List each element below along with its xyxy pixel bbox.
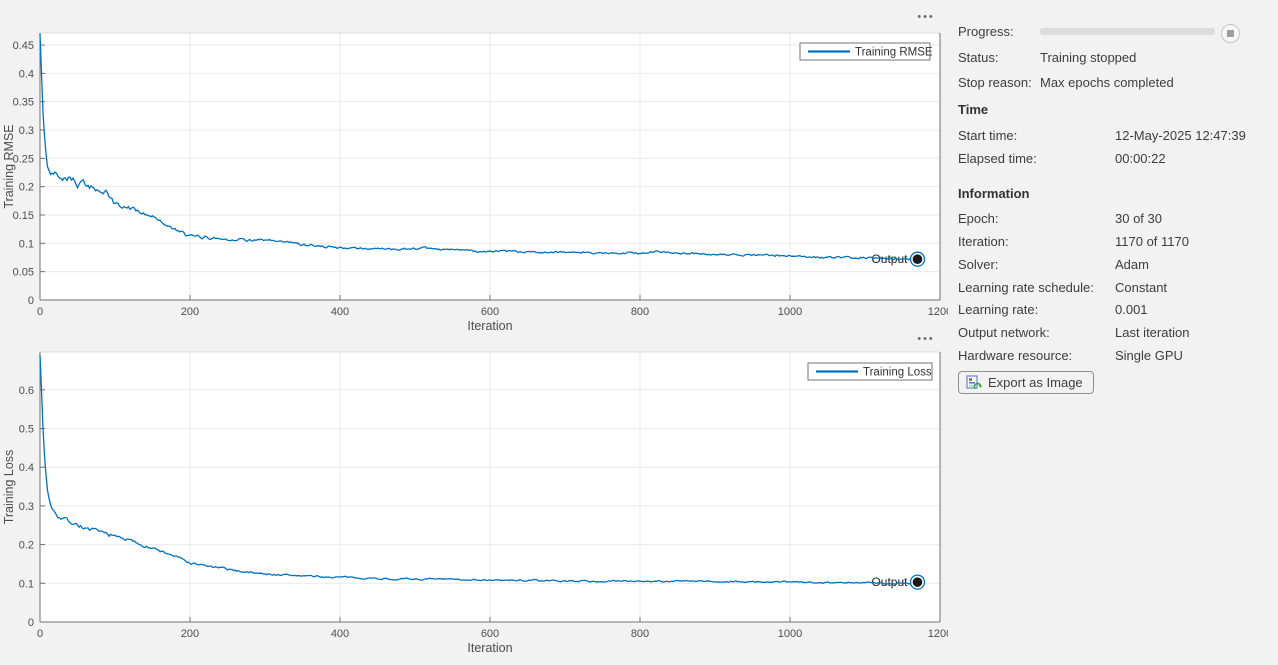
y-tick-label: 0.1 [19,238,34,250]
status-label: Status: [958,50,1040,65]
iteration-row: Iteration: 1170 of 1170 [958,233,1189,249]
hardware-resource-label: Hardware resource: [958,348,1115,363]
y-tick-label: 0.05 [13,267,34,279]
solver-label: Solver: [958,257,1115,272]
stop-icon [1227,30,1234,37]
y-tick-label: 0.3 [19,501,34,513]
solver-row: Solver: Adam [958,256,1149,272]
learning-rate-schedule-label: Learning rate schedule: [958,280,1115,295]
y-tick-label: 0 [28,295,34,307]
x-tick-label: 1000 [778,306,802,318]
epoch-row: Epoch: 30 of 30 [958,210,1162,226]
y-tick-label: 0.6 [19,385,34,397]
start-time-value: 12-May-2025 12:47:39 [1115,128,1246,143]
legend-label: Training RMSE [855,47,933,59]
x-tick-label: 200 [181,306,199,318]
x-tick-label: 200 [181,628,199,640]
learning-rate-schedule-row: Learning rate schedule: Constant [958,279,1167,295]
learning-rate-row: Learning rate: 0.001 [958,301,1148,317]
x-tick-label: 1200 [928,306,948,318]
stop-training-button[interactable] [1221,24,1240,43]
training-loss-chart[interactable]: 0 200 400 600 800 1000 1200 0 0.1 0.2 0.3 0.4 0.5 0.6… [0,335,948,665]
export-as-image-label: Export as Image [988,375,1083,390]
output-network-label: Output network: [958,325,1115,340]
y-tick-label: 0 [28,617,34,629]
training-progress-window: 02004006008001000120000.050.10.150.20.25… [0,0,1278,665]
x-tick-label: 400 [331,306,349,318]
x-tick-label: 600 [481,628,499,640]
learning-rate-schedule-value: Constant [1115,280,1167,295]
training-info-panel: Progress: Status: Training stopped Stop … [958,0,1278,665]
y-tick-label: 0.15 [13,210,34,222]
x-tick-label: 0 [37,628,43,640]
y-tick-label: 0.5 [19,424,34,436]
legend-label: Training Loss [863,367,932,379]
x-axis-label: Iteration [467,641,512,655]
stop-reason-value: Max epochs completed [1040,75,1174,90]
status-row: Status: Training stopped [958,49,1136,65]
y-axis-label: Training Loss [2,450,16,525]
start-time-label: Start time: [958,128,1115,143]
x-tick-label: 1000 [778,628,802,640]
progress-label: Progress: [958,24,1040,39]
progress-bar [1040,28,1215,35]
hardware-resource-value: Single GPU [1115,348,1183,363]
elapsed-time-value: 00:00:22 [1115,151,1166,166]
loss-chart-options-icon[interactable]: ••• [911,334,941,348]
output-network-row: Output network: Last iteration [958,324,1189,340]
epoch-value: 30 of 30 [1115,211,1162,226]
information-section-header: Information [958,186,1030,202]
y-axis-label: Training RMSE [2,124,16,208]
output-marker [913,577,923,587]
elapsed-time-label: Elapsed time: [958,151,1115,166]
status-value: Training stopped [1040,50,1136,65]
y-tick-label: 0.4 [19,68,34,80]
learning-rate-value: 0.001 [1115,302,1148,317]
stop-reason-row: Stop reason: Max epochs completed [958,74,1174,90]
training-rmse-chart[interactable]: 02004006008001000120000.050.10.150.20.25… [0,0,948,335]
y-tick-label: 0.2 [19,182,34,194]
output-annotation-label: Output [871,575,908,589]
y-tick-label: 0.1 [19,578,34,590]
x-tick-label: 600 [481,306,499,318]
x-tick-label: 0 [37,306,43,318]
learning-rate-label: Learning rate: [958,302,1115,317]
export-image-icon [966,375,982,391]
x-tick-label: 800 [631,628,649,640]
y-tick-label: 0.45 [13,40,34,52]
epoch-label: Epoch: [958,211,1115,226]
start-time-row: Start time: 12-May-2025 12:47:39 [958,127,1246,143]
elapsed-time-row: Elapsed time: 00:00:22 [958,150,1166,166]
progress-row: Progress: [958,23,1215,39]
y-tick-label: 0.35 [13,97,34,109]
iteration-value: 1170 of 1170 [1115,234,1189,249]
y-tick-label: 0.3 [19,125,34,137]
output-marker [913,254,923,264]
time-section-header: Time [958,102,988,118]
y-tick-label: 0.4 [19,462,34,474]
solver-value: Adam [1115,257,1149,272]
iteration-label: Iteration: [958,234,1115,249]
y-tick-label: 0.2 [19,540,34,552]
x-tick-label: 800 [631,306,649,318]
x-tick-label: 400 [331,628,349,640]
export-as-image-button[interactable]: Export as Image [958,371,1094,394]
output-network-value: Last iteration [1115,325,1189,340]
x-axis-label: Iteration [467,319,512,333]
rmse-chart-options-icon[interactable]: ••• [911,12,941,26]
x-tick-label: 1200 [928,628,948,640]
stop-reason-label: Stop reason: [958,75,1040,90]
hardware-resource-row: Hardware resource: Single GPU [958,347,1183,363]
